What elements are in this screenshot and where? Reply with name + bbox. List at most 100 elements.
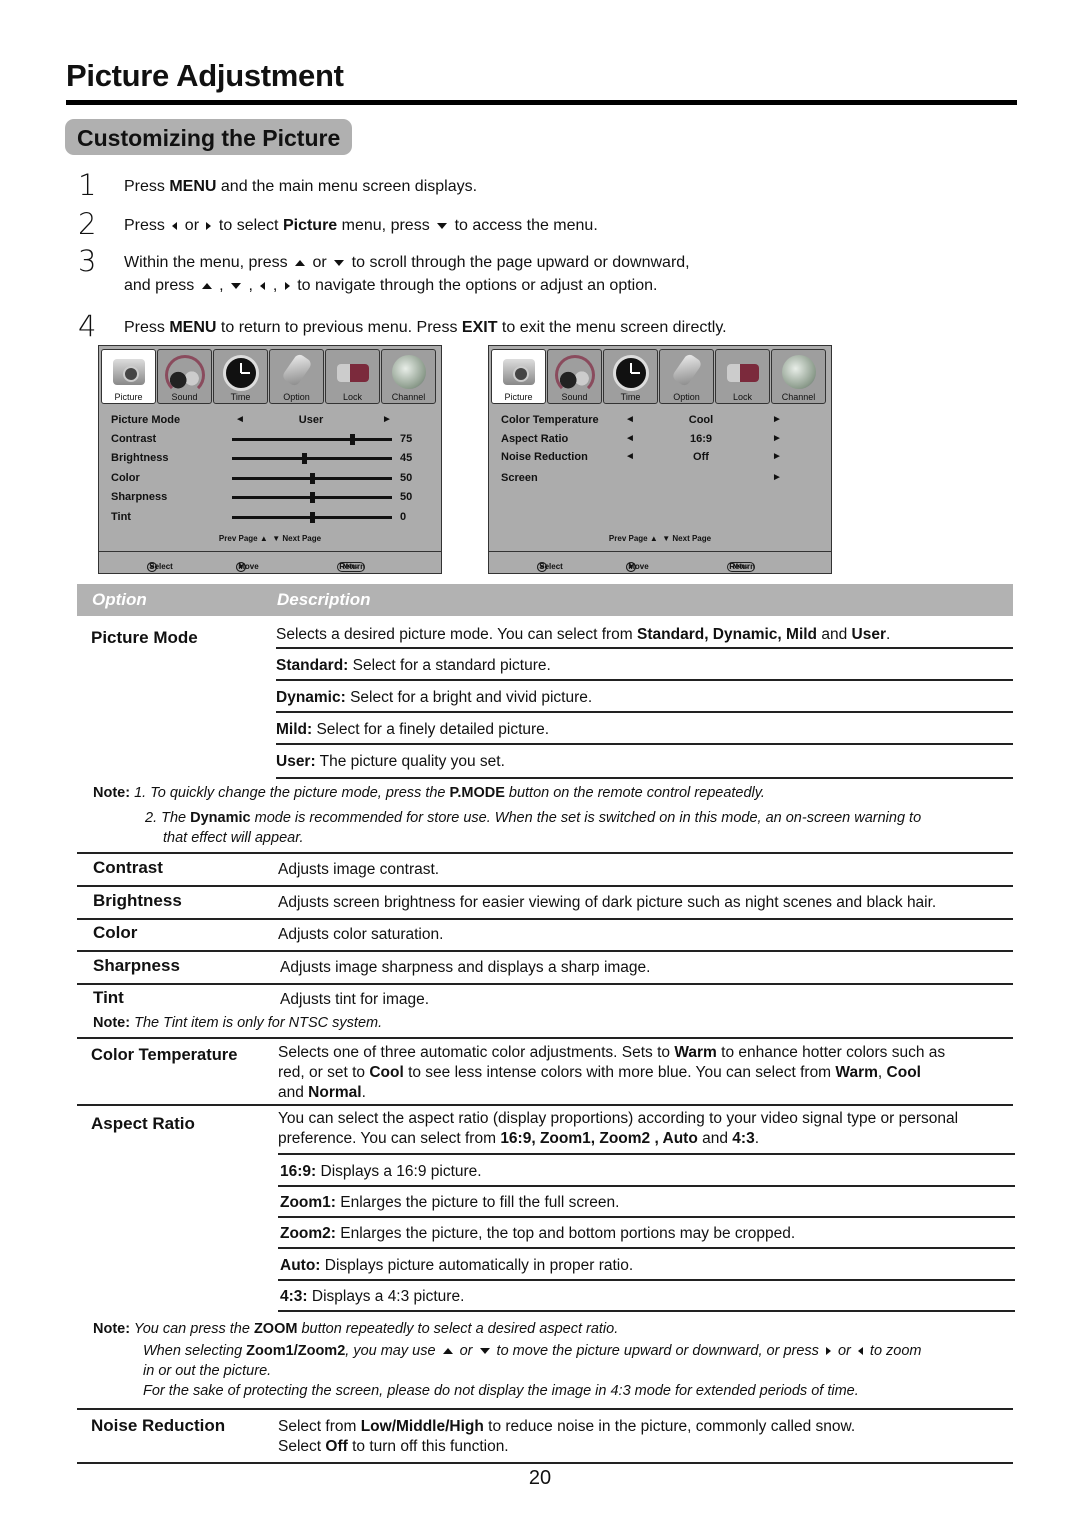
left-arrow-icon: [857, 1347, 863, 1356]
slider-knob[interactable]: [350, 434, 355, 445]
left-arrow-icon[interactable]: ◄: [625, 412, 635, 428]
picture-mode-value: User: [298, 414, 324, 426]
table-header: Option Description: [77, 584, 1013, 616]
osd-row-contrast[interactable]: Contrast 75: [111, 431, 433, 447]
tint-slider[interactable]: [232, 512, 392, 523]
osd-picture-menu-page-2: Picture Sound Time Option Lock Channel Color …: [488, 345, 832, 574]
page-up-icon: ▲: [259, 534, 268, 543]
color-slider[interactable]: [232, 473, 392, 484]
divider: [276, 711, 1013, 713]
osd-tab-picture[interactable]: Picture: [101, 349, 156, 404]
osd-tab-sound[interactable]: Sound: [157, 349, 212, 404]
tint-note: Note: The Tint item is only for NTSC sys…: [93, 1015, 383, 1031]
osd-tab-label: Picture: [114, 392, 143, 402]
osd-tab-label: Channel: [391, 392, 426, 402]
divider: [77, 1408, 1013, 1410]
right-arrow-icon[interactable]: ►: [772, 470, 782, 486]
osd-tab-picture[interactable]: Picture: [491, 349, 546, 404]
lock-icon: [726, 364, 759, 382]
osd-row-aspect-ratio[interactable]: Aspect Ratio ◄ 16:9 ►: [501, 431, 823, 447]
divider: [77, 918, 1013, 920]
right-arrow-icon: [206, 221, 212, 230]
osd-tab-label: Time: [620, 392, 641, 402]
divider: [278, 1279, 1015, 1281]
option-sharpness: Sharpness: [93, 956, 180, 975]
osd-value: Cool: [688, 414, 714, 426]
osd-row-picture-mode[interactable]: Picture Mode ◄ User ►: [111, 412, 433, 428]
right-arrow-icon[interactable]: ►: [772, 412, 782, 428]
step-2-text: Press or to select Picture menu, press t…: [124, 217, 598, 234]
osd-tab-sound[interactable]: Sound: [547, 349, 602, 404]
divider: [278, 1185, 1015, 1187]
left-arrow-icon[interactable]: ◄: [625, 449, 635, 465]
title-divider: [66, 100, 1017, 105]
picture-mode-intro: Selects a desired picture mode. You can …: [276, 626, 891, 643]
up-arrow-icon: [201, 282, 212, 289]
left-arrow-icon[interactable]: ◄: [625, 431, 635, 447]
step-4-text: Press MENU to return to previous menu. P…: [124, 319, 727, 336]
list-item: 4:3: Displays a 4:3 picture.: [280, 1288, 465, 1305]
brightness-description: Adjusts screen brightness for easier vie…: [278, 894, 937, 911]
osd-tab-label: Lock: [732, 392, 752, 402]
osd-pager: Prev Page ▲ ▼ Next Page: [608, 534, 712, 543]
option-color: Color: [93, 923, 138, 942]
page-title: Picture Adjustment: [66, 58, 344, 93]
slider-knob[interactable]: [310, 512, 315, 523]
left-arrow-icon: [172, 221, 178, 230]
osd-pager: Prev Page ▲ ▼ Next Page: [218, 534, 322, 543]
divider: [278, 1247, 1015, 1249]
left-arrow-icon[interactable]: ◄: [235, 412, 245, 428]
sharpness-description: Adjusts image sharpness and displays a s…: [280, 959, 651, 976]
divider: [77, 1037, 1013, 1039]
clock-icon: [222, 355, 259, 391]
osd-value: 16:9: [689, 433, 713, 445]
osd-tab-channel[interactable]: Channel: [771, 349, 826, 404]
osd-tab-bar: Picture Sound Time Option Lock Channel: [491, 349, 826, 404]
osd-tab-option[interactable]: Option: [659, 349, 714, 404]
slider-knob[interactable]: [302, 453, 307, 464]
osd-tab-bar: Picture Sound Time Option Lock Channel: [101, 349, 436, 404]
brightness-slider[interactable]: [232, 453, 392, 464]
step-1-text: Press MENU and the main menu screen disp…: [124, 178, 478, 195]
osd-tab-channel[interactable]: Channel: [381, 349, 436, 404]
osd-tab-label: Sound: [561, 392, 588, 402]
list-item: User: The picture quality you set.: [276, 753, 505, 770]
list-item: Auto: Displays picture automatically in …: [280, 1257, 634, 1274]
right-arrow-icon[interactable]: ►: [772, 431, 782, 447]
osd-row-sharpness[interactable]: Sharpness 50: [111, 489, 433, 505]
option-brightness: Brightness: [93, 891, 182, 910]
osd-row-noise-reduction[interactable]: Noise Reduction ◄ Off ►: [501, 449, 823, 465]
osd-tab-option[interactable]: Option: [269, 349, 324, 404]
step-number-4: 4: [78, 309, 97, 343]
lock-icon: [336, 364, 369, 382]
osd-tab-lock[interactable]: Lock: [715, 349, 770, 404]
osd-tab-time[interactable]: Time: [603, 349, 658, 404]
osd-tab-lock[interactable]: Lock: [325, 349, 380, 404]
osd-row-color[interactable]: Color 50: [111, 470, 433, 486]
sharpness-slider[interactable]: [232, 492, 392, 503]
down-arrow-icon: [231, 282, 242, 289]
slider-knob[interactable]: [310, 492, 315, 503]
plug-icon: [670, 352, 703, 388]
divider: [77, 950, 1013, 952]
down-arrow-icon: [334, 259, 345, 266]
osd-row-color-temperature[interactable]: Color Temperature ◄ Cool ►: [501, 412, 823, 428]
camera-icon: [502, 359, 535, 385]
option-noise-reduction: Noise Reduction: [91, 1416, 226, 1435]
osd-picture-menu-page-1: Picture Sound Time Option Lock Channel Pictur…: [98, 345, 442, 574]
page-number: 20: [528, 1467, 552, 1489]
globe-icon: [781, 355, 816, 389]
slider-knob[interactable]: [310, 473, 315, 484]
clock-icon: [612, 355, 649, 391]
osd-tab-time[interactable]: Time: [213, 349, 268, 404]
option-contrast: Contrast: [93, 858, 163, 877]
right-arrow-icon[interactable]: ►: [772, 449, 782, 465]
right-arrow-icon[interactable]: ►: [382, 412, 392, 428]
osd-row-brightness[interactable]: Brightness 45: [111, 450, 433, 466]
step-3-text: Within the menu, press or to scroll thro…: [124, 254, 690, 294]
color-temperature-description: Selects one of three automatic color adj…: [278, 1044, 946, 1101]
divider: [77, 1462, 1013, 1464]
osd-row-screen[interactable]: Screen ►: [501, 470, 823, 486]
contrast-slider[interactable]: [232, 434, 392, 445]
osd-row-tint[interactable]: Tint 0: [111, 509, 433, 525]
